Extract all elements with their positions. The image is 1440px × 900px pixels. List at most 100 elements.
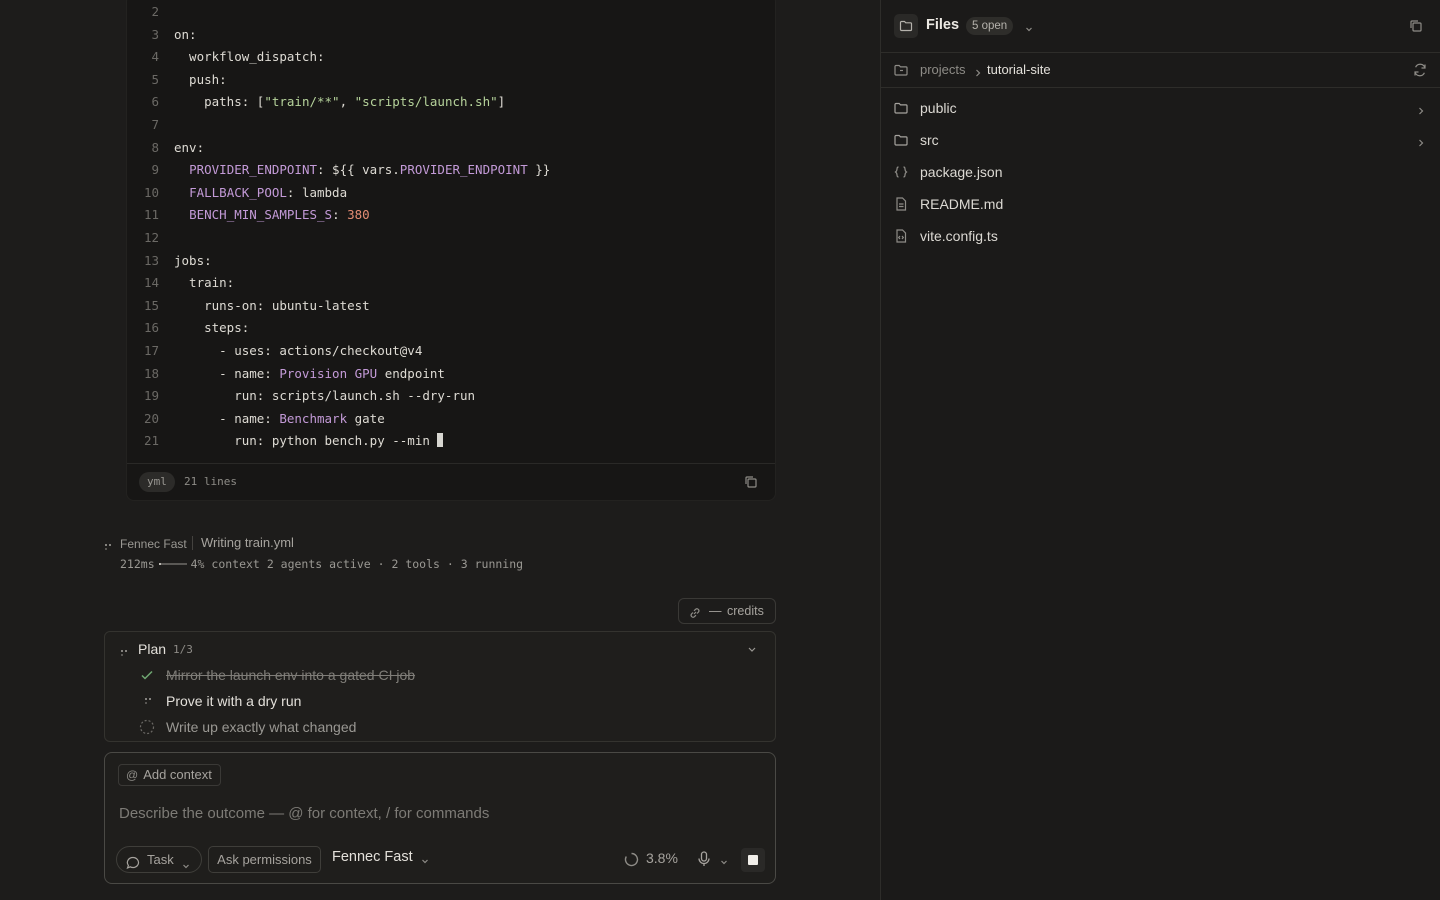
file-tree-label: package.json [920,164,1003,180]
line-text: run: python bench.py --min [174,430,444,452]
file-tree-item[interactable]: src [881,124,1440,156]
refresh-icon[interactable] [1412,62,1428,78]
code-token: 380 [347,207,370,223]
copy-icon[interactable] [743,474,759,490]
line-number: 5 [151,71,159,87]
code-token: runs-on: ubuntu-latest [174,297,370,313]
check-icon [139,667,155,683]
mode-selector[interactable]: Task [116,846,202,873]
usage-value: 3.8% [646,850,678,866]
code-token: }} [527,162,551,178]
code-line: 19 run: scripts/launch.sh --dry-run [127,385,775,407]
code-line: 4 workflow_dispatch: [127,46,775,68]
code-token: "train/**" [264,94,340,110]
add-context-button[interactable]: @ Add context [118,764,221,786]
chat-column: 2 3 on: 4 workflow_dispatch: 5 push: 6 paths:… [0,0,880,900]
open-files-badge[interactable]: 5 open [966,17,1014,35]
code-line: 2 [127,1,775,23]
link-icon [688,604,702,618]
file-tree-item[interactable]: public [881,92,1440,124]
code-token: on: [174,26,197,42]
microphone-icon[interactable] [696,850,712,868]
folder-icon[interactable] [894,14,918,38]
files-title: Files [926,17,960,33]
line-number: 15 [143,297,159,313]
chevron-down-icon[interactable] [719,854,729,865]
code-token: train: [174,275,235,291]
chevron-down-icon [420,854,430,864]
model-label: Fennec Fast [332,849,413,865]
spinner-dots-icon [120,644,128,656]
folder-icon [893,100,909,116]
file-tree-item[interactable]: README.md [881,188,1440,220]
line-number: 14 [143,275,159,291]
line-count: 21 lines [184,475,237,488]
breadcrumb-root[interactable]: projects [920,62,966,77]
context-bar-fill [158,563,161,565]
line-number: 3 [151,26,159,42]
code-token: , [339,94,355,110]
code-token: Provision GPU [279,365,378,381]
code-block-footer: yml 21 lines [127,464,775,500]
code-line: 15 runs-on: ubuntu-latest [127,295,775,317]
ask-permissions-button[interactable]: Ask permissions [208,846,321,873]
chevron-down-icon[interactable] [745,642,759,656]
file-tree-item[interactable]: package.json [881,156,1440,188]
line-text: runs-on: ubuntu-latest [174,295,370,317]
composer: @ Add context Task Ask permissions Fennec… [104,752,776,884]
file-tree-label: public [920,100,957,116]
copy-icon[interactable] [1408,18,1424,34]
chevron-down-icon[interactable] [1024,21,1034,32]
model-selector[interactable]: Fennec Fast [332,849,428,869]
add-context-label: Add context [143,767,212,782]
plan-item-label: Mirror the launch env into a gated CI jo… [166,667,416,683]
line-number: 7 [151,117,159,132]
line-number: 9 [151,162,159,178]
plan-item: Prove it with a dry run [139,691,739,711]
running-count: 3 running [460,557,524,571]
line-number: 10 [143,184,159,200]
progress-ring-icon [624,852,639,867]
credits-button[interactable]: — credits [678,598,776,624]
file-tree-label: src [920,132,939,148]
spinner-dots-icon [139,693,155,709]
code-line: 7 [127,114,775,136]
code-token: : [332,207,348,223]
line-text: steps: [174,317,249,339]
line-number: 21 [143,433,159,449]
line-text: train: [174,272,234,294]
line-number: 2 [151,4,159,19]
line-number: 17 [143,343,159,358]
line-number: 13 [143,252,159,268]
code-line: 16 steps: [127,317,775,339]
breadcrumb: projects tutorial-site [881,53,1440,88]
code-line: 20 - name: Benchmark gate [127,408,775,430]
code-line: 21 run: python bench.py --min [127,430,775,452]
prompt-input[interactable] [119,801,759,825]
breadcrumb-current[interactable]: tutorial-site [987,62,1051,77]
line-text: run: scripts/launch.sh --dry-run [174,385,475,407]
code-token: - uses: actions/checkout@v4 [174,343,423,358]
file-tree-item[interactable]: vite.config.ts [881,220,1440,252]
code-token: env: [174,139,205,155]
code-line: 14 train: [127,272,775,294]
at-icon: @ [126,768,139,782]
plan-item-label: Prove it with a dry run [166,693,302,709]
meta-separator: · [446,557,454,571]
stop-button[interactable] [741,848,765,872]
code-token: : lambda [286,184,348,200]
code-block: 2 3 on: 4 workflow_dispatch: 5 push: 6 paths:… [126,0,776,501]
line-text: paths: ["train/**", "scripts/launch.sh"] [174,91,505,113]
code-line: 6 paths: ["train/**", "scripts/launch.sh… [127,91,775,113]
code-editor[interactable]: 2 3 on: 4 workflow_dispatch: 5 push: 6 paths:… [127,1,775,464]
code-token: - name: [174,365,280,381]
line-text: BENCH_MIN_SAMPLES_S: 380 [174,204,370,226]
divider [192,536,193,550]
code-token: jobs: [174,252,212,268]
context-bar [158,563,187,565]
code-token: workflow_dispatch: [174,49,325,65]
code-line: 10 FALLBACK_POOL: lambda [127,182,775,204]
